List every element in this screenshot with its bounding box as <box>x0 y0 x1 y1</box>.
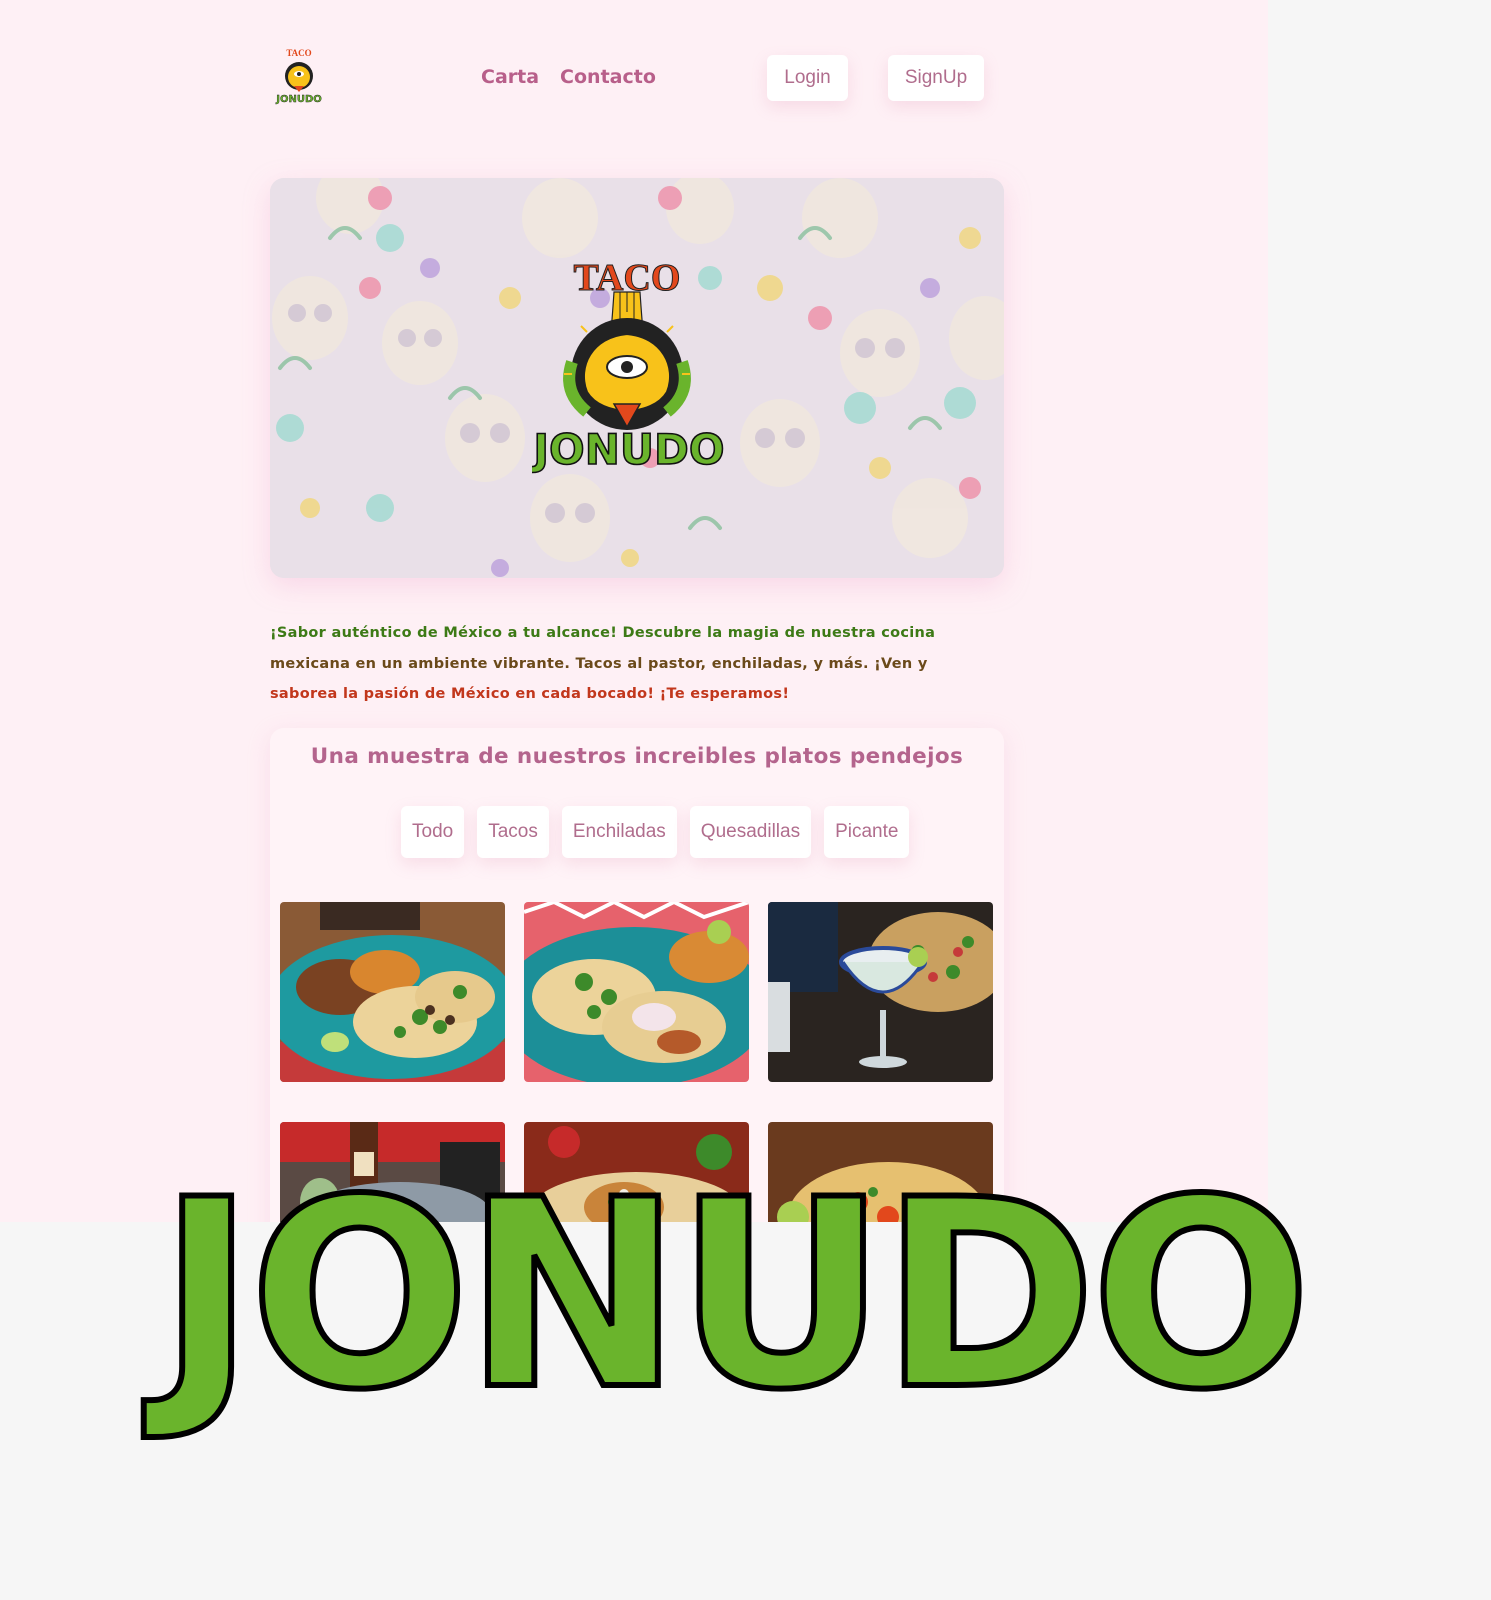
tagline: ¡Sabor auténtico de México a tu alcance!… <box>270 618 990 710</box>
gallery-image-tacos-onion[interactable] <box>524 902 749 1082</box>
page: TACO JONUDO Carta Contacto Login SignUp <box>0 0 1268 1222</box>
svg-text:JONUDO: JONUDO <box>142 1150 1306 1447</box>
gallery-image-margarita-nachos[interactable] <box>768 902 993 1082</box>
nav-carta-link[interactable]: Carta <box>481 66 539 88</box>
filter-enchiladas-button[interactable]: Enchiladas <box>561 806 677 858</box>
login-button[interactable]: Login <box>767 55 848 101</box>
hero-logo: TACO JONUDO <box>532 257 725 475</box>
gallery-image-tacos-plate[interactable] <box>280 902 505 1082</box>
svg-text:JONUDO: JONUDO <box>532 425 725 474</box>
filter-tacos-button[interactable]: Tacos <box>477 806 549 858</box>
gallery-filters: Todo Tacos Enchiladas Quesadillas Picant… <box>401 806 910 858</box>
gallery-title: Una muestra de nuestros increibles plato… <box>310 744 964 769</box>
hero-banner: TACO JONUDO <box>270 178 1004 578</box>
tagline-line-2: mexicana en un ambiente vibrante. Tacos … <box>270 655 928 672</box>
gallery-panel: Una muestra de nuestros increibles plato… <box>270 728 1004 1222</box>
jonudo-wordmark: JONUDO <box>139 1150 1315 1450</box>
main-nav: Carta Contacto <box>481 66 656 88</box>
tagline-line-3: saborea la pasión de México en cada boca… <box>270 686 790 702</box>
svg-text:JONUDO: JONUDO <box>275 94 322 105</box>
filter-todo-button[interactable]: Todo <box>401 806 465 858</box>
filter-picante-button[interactable]: Picante <box>824 806 910 858</box>
logo-icon: TACO JONUDO <box>275 48 322 105</box>
nav-contacto-link[interactable]: Contacto <box>560 66 656 88</box>
logo[interactable]: TACO JONUDO <box>270 46 328 106</box>
filter-quesadillas-button[interactable]: Quesadillas <box>689 806 812 858</box>
svg-text:TACO: TACO <box>286 48 311 58</box>
tagline-line-1: ¡Sabor auténtico de México a tu alcance!… <box>270 625 936 641</box>
signup-button[interactable]: SignUp <box>888 55 984 101</box>
